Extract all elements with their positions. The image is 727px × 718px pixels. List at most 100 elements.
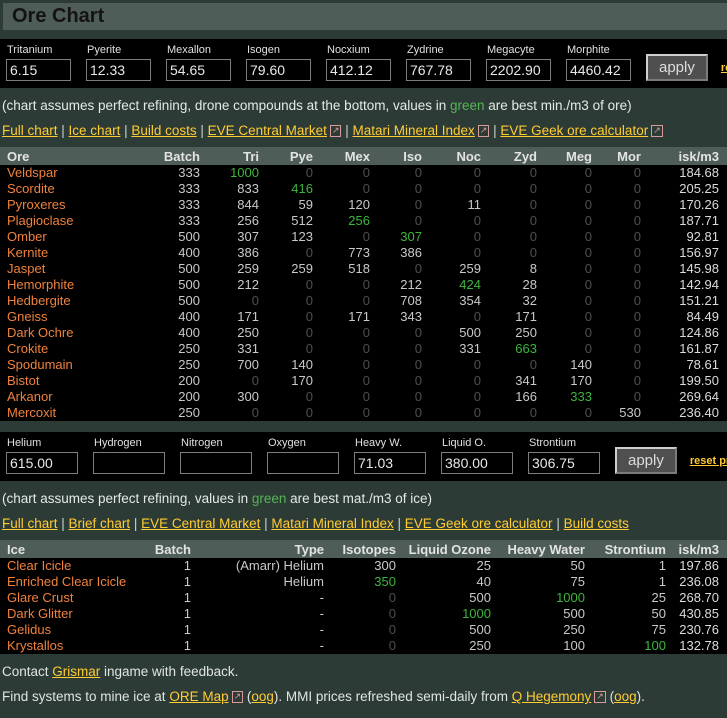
ore-table-cell-noc: 331 [422, 341, 481, 357]
ore-apply-button[interactable]: apply [646, 54, 708, 81]
ore-table-cell-pye: 0 [259, 165, 313, 181]
ice-field-hydrogen: Hydrogen [93, 437, 165, 474]
ore-nav-link-full-chart[interactable]: Full chart [2, 123, 58, 138]
ice-input-oxygen[interactable] [267, 452, 339, 474]
ore-table-cell-batch: 333 [145, 213, 200, 229]
ice-apply-button[interactable]: apply [615, 447, 677, 474]
ice-nav-link-build-costs[interactable]: Build costs [564, 516, 629, 531]
ice-table-cell-strontium: 50 [585, 606, 666, 622]
ore-table-cell-zyd: 166 [481, 389, 537, 405]
ore-table-cell-ore: Arkanor [0, 389, 145, 405]
footer-link-oog[interactable]: oog [251, 689, 274, 704]
ore-table-cell-isk-m3: 142.94 [641, 277, 727, 293]
footer-link-oog[interactable]: oog [614, 689, 637, 704]
footer-link-grismar[interactable]: Grismar [52, 664, 100, 679]
ice-table-cell-isotopes: 0 [324, 638, 396, 654]
ore-table-cell-mor: 0 [592, 229, 641, 245]
ore-nav-link-build-costs[interactable]: Build costs [131, 123, 196, 138]
ore-input-nocxium[interactable] [326, 59, 391, 81]
ore-table-cell-pye: 0 [259, 293, 313, 309]
ore-table-cell-pye: 0 [259, 277, 313, 293]
ore-table-cell-mex: 120 [313, 197, 370, 213]
ore-table-cell-iso: 0 [370, 373, 422, 389]
ore-table-col-header-iso: Iso [370, 147, 422, 165]
ice-input-nitrogen[interactable] [180, 452, 252, 474]
ore-table-cell-tri: 0 [200, 293, 259, 309]
ore-table-cell-iso: 0 [370, 325, 422, 341]
ore-nav-link-eve-central-market[interactable]: EVE Central Market [208, 123, 327, 138]
ore-table-cell-zyd: 0 [481, 181, 537, 197]
ore-input-mexallon[interactable] [166, 59, 231, 81]
external-link-icon: ↗ [594, 691, 606, 703]
ore-table-cell-zyd: 0 [481, 229, 537, 245]
ice-input-heavy-w[interactable] [354, 452, 426, 474]
ice-table-cell-heavy-water: 250 [491, 622, 585, 638]
ice-table-cell-heavy-water: 500 [491, 606, 585, 622]
ore-table-cell-mex: 0 [313, 357, 370, 373]
ore-table-row-veldspar: Veldspar 333 1000 0 0 0 0 0 0 0 184.68 [0, 165, 727, 181]
ore-nav-link-eve-geek-ore-calculator[interactable]: EVE Geek ore calculator [500, 123, 648, 138]
ore-table-cell-ore: Crokite [0, 341, 145, 357]
ice-table-cell-batch: 1 [140, 574, 191, 590]
ice-table-cell-batch: 1 [140, 590, 191, 606]
ore-input-tritanium[interactable] [6, 59, 71, 81]
footer-link-q-hegemony[interactable]: Q Hegemony [512, 689, 592, 704]
ore-table-cell-ore: Mercoxit [0, 405, 145, 421]
ore-table-cell-zyd: 663 [481, 341, 537, 357]
ore-table-cell-isk-m3: 205.25 [641, 181, 727, 197]
ice-nav-link-full-chart[interactable]: Full chart [2, 516, 58, 531]
ice-reset-price-link[interactable]: reset price [690, 455, 727, 467]
ore-table-cell-meg: 0 [537, 245, 592, 261]
ice-table-cell-heavy-water: 1000 [491, 590, 585, 606]
ore-nav-link-matari-mineral-index[interactable]: Matari Mineral Index [353, 123, 475, 138]
external-link-icon: ↗ [231, 691, 244, 703]
ore-table-cell-tri: 700 [200, 357, 259, 373]
ice-table-cell-isotopes: 0 [324, 622, 396, 638]
ore-table-cell-meg: 0 [537, 293, 592, 309]
ice-price-strip: Helium Hydrogen Nitrogen Oxygen Heavy W. Liqu… [0, 432, 727, 481]
ore-input-pyerite[interactable] [86, 59, 151, 81]
ice-nav-separator: | [260, 516, 272, 531]
ice-table-cell-ice: Clear Icicle [0, 558, 140, 574]
ice-input-helium[interactable] [6, 452, 78, 474]
ore-table-cell-meg: 333 [537, 389, 592, 405]
ore-table-cell-mex: 0 [313, 165, 370, 181]
ice-table-cell-isk-m3: 236.08 [666, 574, 727, 590]
ore-table-cell-mor: 0 [592, 197, 641, 213]
ice-nav-link-eve-central-market[interactable]: EVE Central Market [141, 516, 260, 531]
footer-text: Find systems to mine ice at [2, 689, 170, 704]
ore-table-cell-meg: 0 [537, 325, 592, 341]
ice-nav-link-eve-geek-ore-calculator[interactable]: EVE Geek ore calculator [405, 516, 553, 531]
footer-link-ore-map[interactable]: ORE Map [169, 689, 228, 704]
ice-label-helium: Helium [7, 437, 42, 449]
ore-note-green-word: green [450, 98, 485, 113]
ice-label-oxygen: Oxygen [268, 437, 306, 449]
ore-input-isogen[interactable] [246, 59, 311, 81]
ore-table-cell-mor: 0 [592, 293, 641, 309]
ore-table-cell-mex: 0 [313, 341, 370, 357]
ore-field-zydrine: Zydrine [406, 44, 471, 81]
ore-input-zydrine[interactable] [406, 59, 471, 81]
ore-table-cell-batch: 250 [145, 341, 200, 357]
ice-nav-link-matari-mineral-index[interactable]: Matari Mineral Index [271, 516, 393, 531]
ore-label-pyerite: Pyerite [87, 44, 122, 56]
ore-table-cell-iso: 307 [370, 229, 422, 245]
ice-field-helium: Helium [6, 437, 78, 474]
ore-table-cell-zyd: 171 [481, 309, 537, 325]
ice-input-strontium[interactable] [528, 452, 600, 474]
ore-table-cell-batch: 400 [145, 325, 200, 341]
ore-input-morphite[interactable] [566, 59, 631, 81]
ore-nav-separator: | [341, 123, 353, 138]
ore-table-cell-mex: 518 [313, 261, 370, 277]
external-link-icon: ↗ [651, 125, 663, 137]
ore-table-cell-noc: 0 [422, 405, 481, 421]
ore-nav-link-ice-chart[interactable]: Ice chart [69, 123, 121, 138]
ice-input-liquid-o[interactable] [441, 452, 513, 474]
ice-nav-link-brief-chart[interactable]: Brief chart [69, 516, 131, 531]
ore-table-cell-isk-m3: 145.98 [641, 261, 727, 277]
ore-reset-price-link[interactable]: reset price [721, 62, 727, 74]
ice-input-hydrogen[interactable] [93, 452, 165, 474]
ore-input-megacyte[interactable] [486, 59, 551, 81]
ore-table-row-plagioclase: Plagioclase 333 256 512 256 0 0 0 0 0 187.71 [0, 213, 727, 229]
ore-table-cell-ore: Plagioclase [0, 213, 145, 229]
